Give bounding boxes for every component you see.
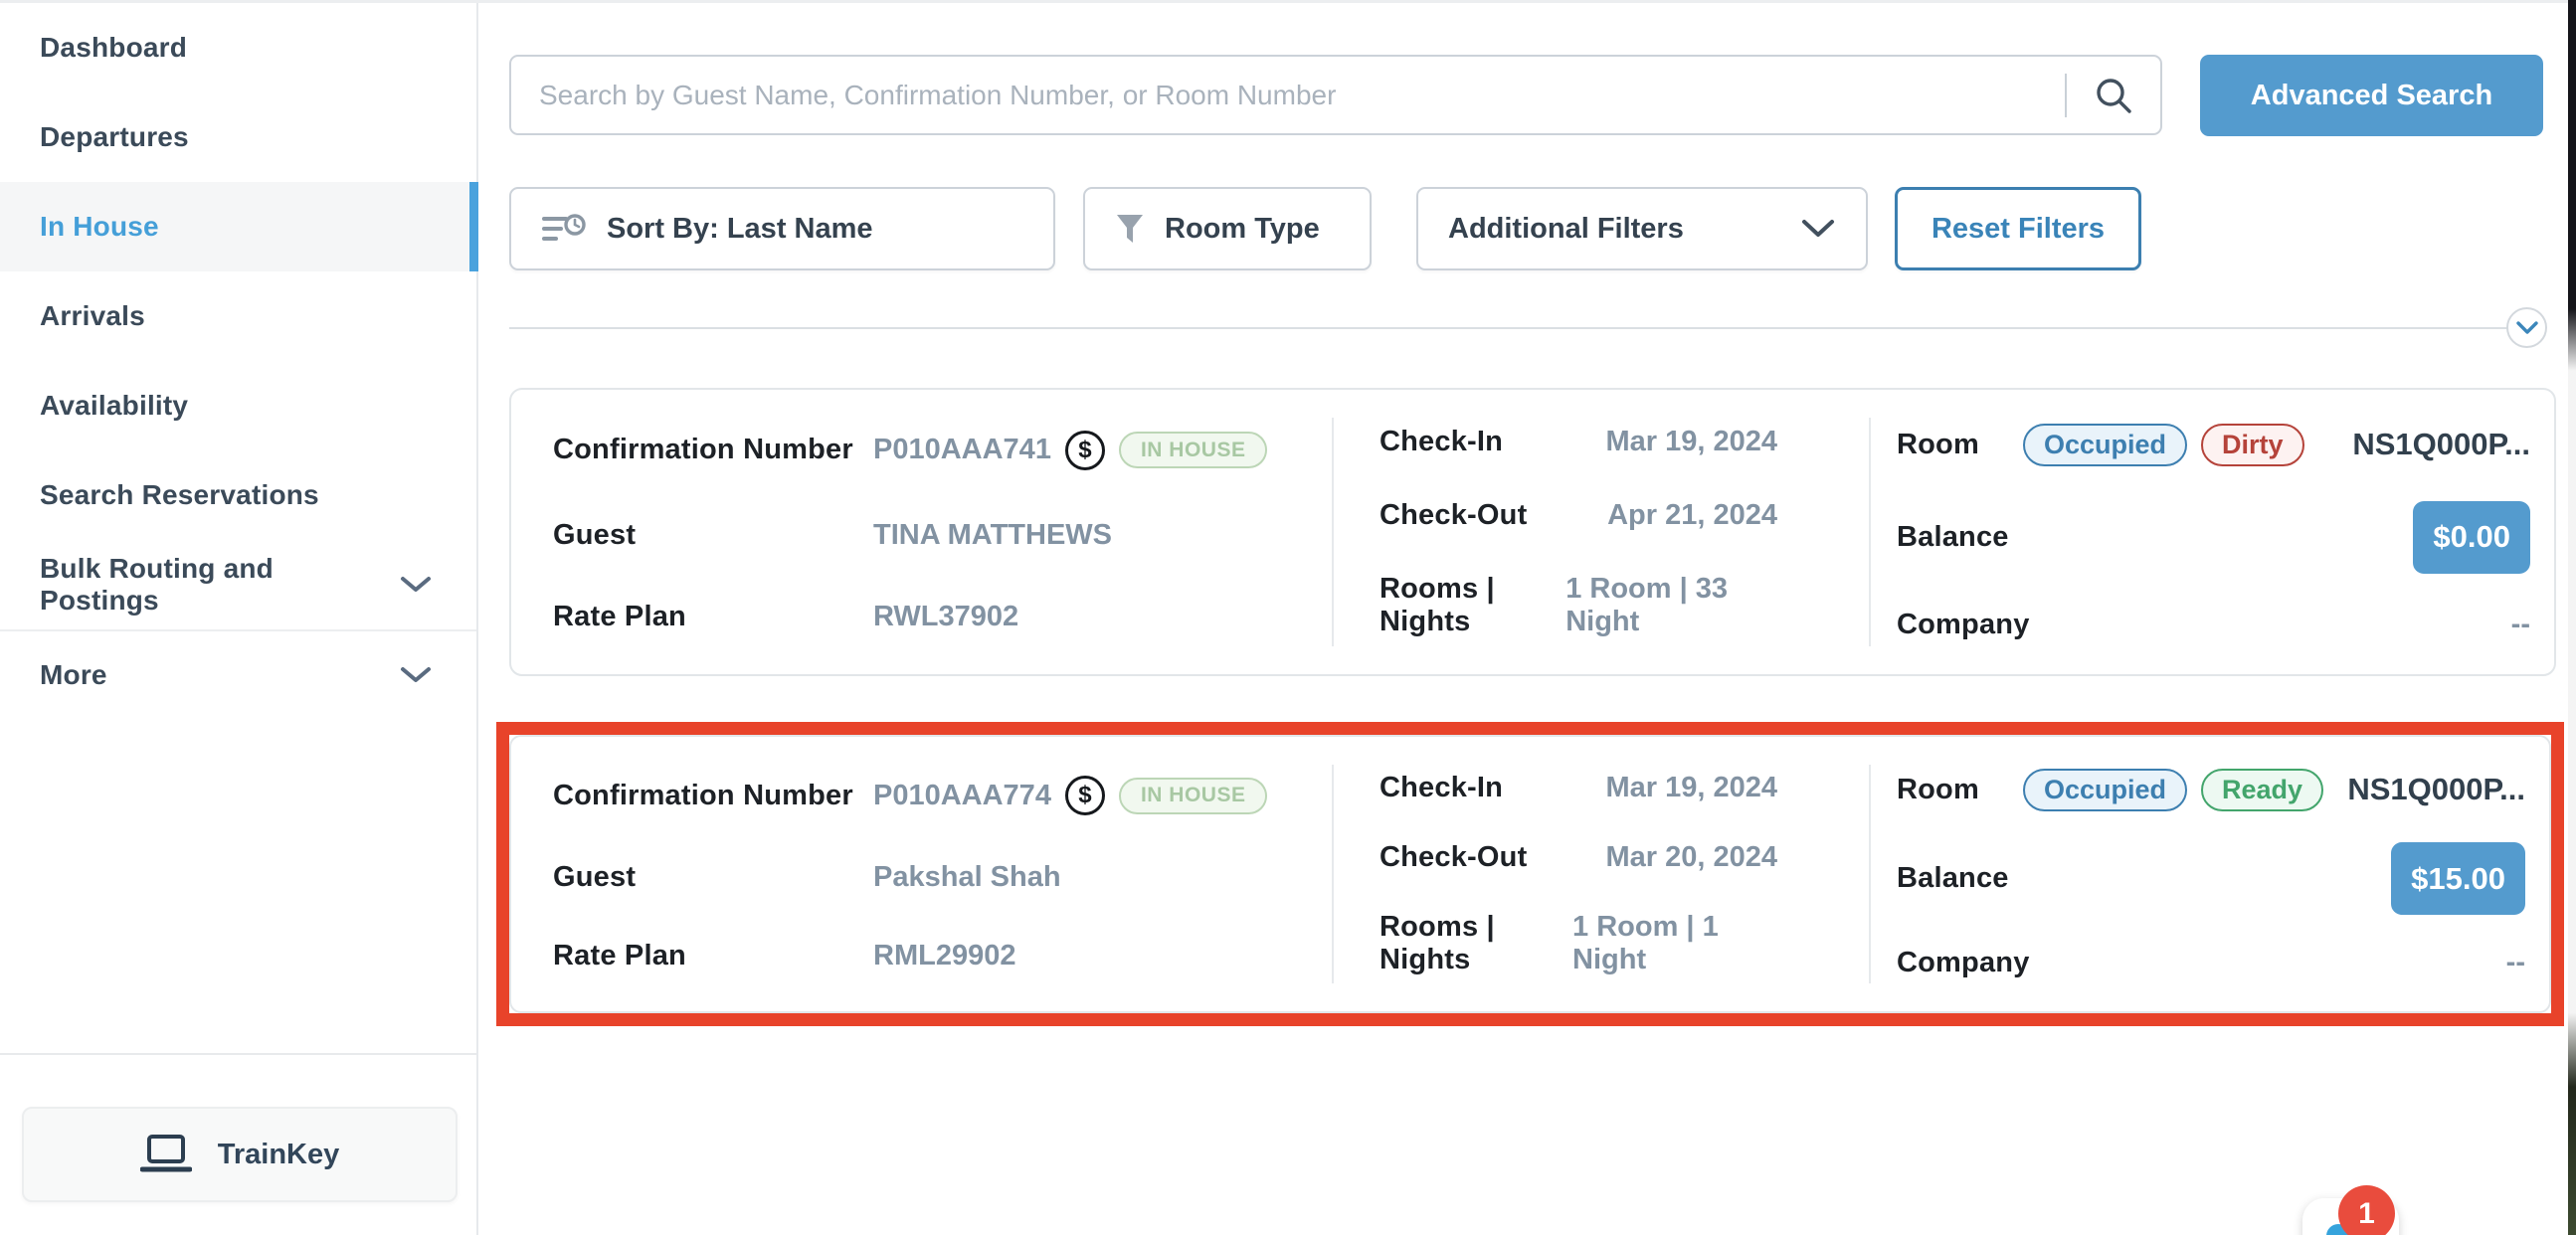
sidebar-item-label: Availability [40,390,188,422]
sidebar-item-availability[interactable]: Availability [0,361,476,450]
chevron-down-icon [1800,218,1836,240]
sidebar-item-label: Arrivals [40,300,145,332]
sidebar-item-label: Bulk Routing and Postings [40,553,399,617]
check-in-label: Check-In [1380,426,1503,458]
sort-icon [541,212,587,246]
search-icon[interactable] [2093,75,2134,116]
sidebar-item-dashboard[interactable]: Dashboard [0,3,476,92]
room-number-value: NS1Q000P... [2347,772,2525,807]
collapse-chevron-button[interactable] [2506,307,2547,348]
sidebar-item-arrivals[interactable]: Arrivals [0,271,476,361]
sidebar-item-label: In House [40,211,159,243]
notification-badge: 1 [2338,1185,2395,1235]
confirmation-value: P010AAA741 [873,434,1051,466]
housekeeping-badge: Dirty [2201,424,2304,466]
sort-by-label: Sort By: Last Name [607,213,873,246]
check-out-value: Mar 20, 2024 [1605,841,1777,874]
guest-value: Pakshal Shah [873,861,1061,894]
check-out-value: Apr 21, 2024 [1607,499,1777,532]
room-type-label: Room Type [1165,213,1320,246]
dollar-icon[interactable]: $ [1065,431,1105,470]
rate-plan-label: Rate Plan [553,940,873,972]
reservation-card[interactable]: Confirmation Number P010AAA741 $ IN HOUS… [509,388,2556,676]
sidebar-item-bulk-routing[interactable]: Bulk Routing and Postings [0,540,476,629]
sidebar-item-label: Dashboard [40,32,187,64]
check-out-label: Check-Out [1380,841,1527,874]
check-in-value: Mar 19, 2024 [1605,772,1777,804]
trainkey-button[interactable]: TrainKey [22,1107,458,1202]
guest-value: TINA MATTHEWS [873,519,1112,552]
screen-edge [2568,0,2576,1235]
sort-by-button[interactable]: Sort By: Last Name [509,187,1055,270]
additional-filters-dropdown[interactable]: Additional Filters [1416,187,1868,270]
advanced-search-button[interactable]: Advanced Search [2200,55,2543,136]
search-field [509,55,2162,135]
search-input[interactable] [511,57,2065,133]
occupancy-badge: Occupied [2023,769,2187,811]
balance-button[interactable]: $15.00 [2391,842,2525,915]
balance-button[interactable]: $0.00 [2413,501,2530,574]
balance-label: Balance [1897,862,2009,895]
reset-filters-label: Reset Filters [1932,213,2105,246]
sidebar-item-search-reservations[interactable]: Search Reservations [0,450,476,540]
highlight-outline: Confirmation Number P010AAA774 $ IN HOUS… [496,722,2564,1026]
confirmation-label: Confirmation Number [553,434,873,466]
occupancy-badge: Occupied [2023,424,2187,466]
guest-label: Guest [553,519,873,552]
status-badge: IN HOUSE [1119,778,1268,814]
balance-label: Balance [1897,521,2009,554]
room-label: Room [1897,429,1979,461]
rate-plan-label: Rate Plan [553,601,873,633]
status-badge: IN HOUSE [1119,432,1268,468]
room-label: Room [1897,774,1979,806]
dollar-icon[interactable]: $ [1065,776,1105,815]
company-value: -- [2511,609,2530,641]
check-out-label: Check-Out [1380,499,1527,532]
rooms-nights-label: Rooms | Nights [1380,911,1572,976]
reservation-card-highlighted[interactable]: Confirmation Number P010AAA774 $ IN HOUS… [509,735,2551,1013]
rate-plan-value: RML29902 [873,940,1015,972]
search-divider [2065,74,2067,117]
card-divider [1869,418,1871,646]
company-value: -- [2506,947,2525,979]
rate-plan-value: RWL37902 [873,601,1018,633]
housekeeping-badge: Ready [2201,769,2323,811]
card-divider [1332,418,1334,646]
chevron-down-icon [399,575,433,595]
app-root: Dashboard Departures In House Arrivals A… [0,0,2576,1235]
sidebar-item-label: More [40,659,107,691]
chevron-down-icon [2515,320,2539,335]
sidebar-item-more[interactable]: More [0,629,476,719]
company-label: Company [1897,947,2030,979]
check-in-label: Check-In [1380,772,1503,804]
card-divider [1332,765,1334,983]
rooms-nights-value: 1 Room | 1 Night [1572,911,1777,976]
chevron-down-icon [399,665,433,685]
sidebar-item-in-house[interactable]: In House [0,182,476,271]
laptop-icon [140,1134,192,1175]
results-divider [509,327,2508,329]
check-in-value: Mar 19, 2024 [1605,426,1777,458]
room-number-value: NS1Q000P... [2352,427,2530,462]
main-content: Advanced Search Sort By: Last Name Room … [480,3,2576,1235]
sidebar-item-label: Departures [40,121,189,153]
sidebar: Dashboard Departures In House Arrivals A… [0,3,478,1235]
sidebar-item-departures[interactable]: Departures [0,92,476,182]
rooms-nights-value: 1 Room | 33 Night [1565,573,1777,638]
reset-filters-button[interactable]: Reset Filters [1895,187,2141,270]
guest-label: Guest [553,861,873,894]
card-divider [1869,765,1871,983]
room-type-button[interactable]: Room Type [1083,187,1372,270]
sidebar-item-label: Search Reservations [40,479,319,511]
rooms-nights-label: Rooms | Nights [1380,573,1565,638]
confirmation-value: P010AAA774 [873,780,1051,812]
additional-filters-label: Additional Filters [1448,213,1684,246]
filter-funnel-icon [1115,213,1145,245]
sidebar-divider [0,1053,476,1055]
trainkey-label: TrainKey [218,1139,340,1171]
company-label: Company [1897,609,2030,641]
confirmation-label: Confirmation Number [553,780,873,812]
